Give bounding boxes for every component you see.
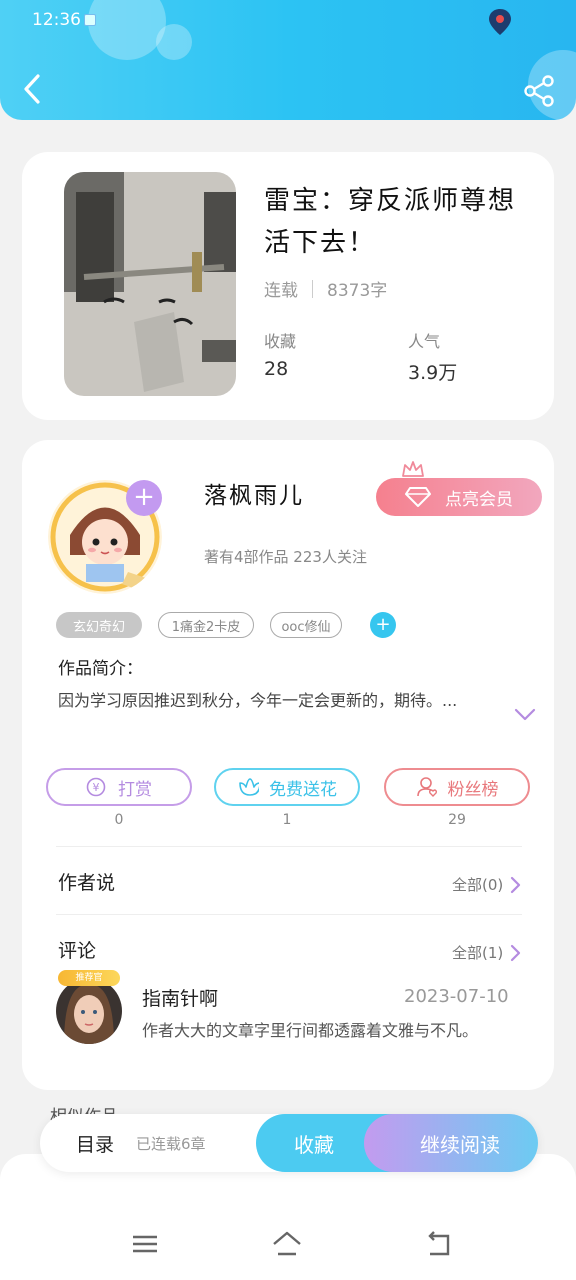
fan-user-icon xyxy=(416,777,437,797)
reward-label: 打赏 xyxy=(118,779,152,800)
crown-icon xyxy=(402,461,424,477)
follow-add-button[interactable]: + xyxy=(126,480,162,516)
home-icon[interactable] xyxy=(272,1230,302,1258)
comments-title: 评论 xyxy=(58,940,97,962)
author-says-count: 全部(0) xyxy=(452,876,504,894)
free-flower-button[interactable]: 免费送花 xyxy=(214,768,360,806)
comment-text: 作者大大的文章字里行间都透露着文雅与不凡。 xyxy=(142,1021,479,1040)
favorites-label: 收藏 xyxy=(264,332,297,351)
add-tag-button[interactable]: + xyxy=(370,612,396,638)
reward-button[interactable]: ¥ 打赏 xyxy=(46,768,192,806)
free-flower-label: 免费送花 xyxy=(269,779,337,800)
book-meta: 连载 8373字 xyxy=(264,276,387,301)
decor-bubble-large xyxy=(88,0,166,60)
tag-genre[interactable]: 玄幻奇幻 xyxy=(56,612,142,638)
intro-text: 因为学习原因推迟到秋分，今年一定会更新的，期待。... xyxy=(58,691,458,710)
back-icon[interactable] xyxy=(424,1230,454,1258)
recommender-badge: 推荐官 xyxy=(58,970,120,986)
commenter-avatar[interactable] xyxy=(56,978,122,1044)
favorites-value: 28 xyxy=(264,358,289,380)
chevron-right-icon xyxy=(511,876,521,893)
popularity-label: 人气 xyxy=(408,332,441,351)
decor-bubble-small xyxy=(156,24,192,60)
popularity-value: 3.9万 xyxy=(408,362,458,384)
menu-icon[interactable] xyxy=(130,1230,160,1258)
fan-ranking-button[interactable]: 粉丝榜 xyxy=(384,768,530,806)
fan-count: 29 xyxy=(448,812,466,828)
divider xyxy=(56,846,522,847)
bottom-action-bar: 目录 已连载6章 收藏 继续阅读 xyxy=(40,1114,538,1172)
member-button[interactable]: 点亮会员 xyxy=(376,478,542,516)
share-icon[interactable] xyxy=(522,74,556,108)
book-title: 雷宝：穿反派师尊想活下去！ xyxy=(264,186,517,258)
flower-icon xyxy=(239,778,259,796)
book-cover[interactable] xyxy=(64,172,236,396)
book-info-card: 雷宝：穿反派师尊想活下去！ 连载 8373字 收藏 28 人气 3.9万 xyxy=(22,152,554,420)
book-status: 连载 xyxy=(264,281,298,301)
author-says-more[interactable]: 全部(0) xyxy=(452,874,521,895)
chevron-down-icon[interactable] xyxy=(514,706,536,722)
comment-date: 2023-07-10 xyxy=(404,986,509,1007)
word-count: 8373字 xyxy=(327,281,388,301)
commenter-name[interactable]: 指南针啊 xyxy=(142,984,218,1011)
divider xyxy=(56,914,522,915)
yen-coin-icon: ¥ xyxy=(86,777,106,797)
toc-button[interactable]: 目录 xyxy=(76,1130,114,1157)
fan-ranking-label: 粉丝榜 xyxy=(447,779,499,800)
status-time: 12:36 xyxy=(32,10,81,30)
svg-text:¥: ¥ xyxy=(93,781,100,794)
diamond-icon xyxy=(405,487,431,507)
back-arrow-icon[interactable] xyxy=(18,72,48,106)
comments-count: 全部(1) xyxy=(452,944,504,962)
intro-title: 作品简介： xyxy=(58,659,143,679)
continue-reading-button[interactable]: 继续阅读 xyxy=(364,1114,538,1172)
favorite-button-label: 收藏 xyxy=(294,1132,334,1157)
continue-reading-label: 继续阅读 xyxy=(420,1132,500,1157)
location-icon xyxy=(489,9,511,35)
system-nav-bar xyxy=(0,1154,576,1280)
author-name: 落枫雨儿 xyxy=(204,483,304,509)
meta-divider xyxy=(312,279,313,298)
chapter-count: 已连载6章 xyxy=(136,1135,206,1153)
author-stats: 著有4部作品 223人关注 xyxy=(204,548,367,566)
author-detail-card: + 落枫雨儿 点亮会员 著有4部作品 223人关注 玄幻奇幻 1痛金2卡皮 oo… xyxy=(22,440,554,1090)
notification-icon xyxy=(84,14,96,26)
header: 12:36 xyxy=(0,0,576,120)
comments-more[interactable]: 全部(1) xyxy=(452,942,521,963)
reward-count: 0 xyxy=(114,812,124,828)
tag-item[interactable]: ooc修仙 xyxy=(270,612,342,638)
author-says-title: 作者说 xyxy=(58,872,116,894)
flower-count: 1 xyxy=(282,812,292,828)
tag-item[interactable]: 1痛金2卡皮 xyxy=(158,612,254,638)
member-button-label: 点亮会员 xyxy=(445,489,513,510)
chevron-right-icon xyxy=(511,944,521,961)
